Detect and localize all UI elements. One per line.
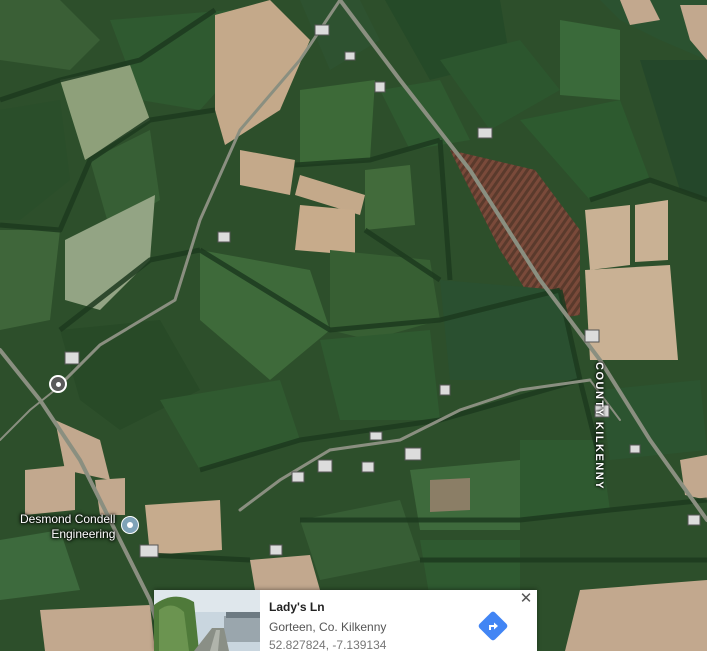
poi-label[interactable]: Desmond Condell Engineering xyxy=(20,512,115,542)
poi-name-line2: Engineering xyxy=(51,527,116,541)
satellite-map[interactable] xyxy=(0,0,707,651)
poi-name-line1: Desmond Condell xyxy=(20,512,116,526)
street-view-image xyxy=(154,590,260,651)
directions-button[interactable] xyxy=(478,611,508,641)
street-view-thumbnail[interactable] xyxy=(154,590,260,651)
poi-marker[interactable]: Desmond Condell Engineering xyxy=(20,512,140,542)
close-button[interactable]: ✕ xyxy=(519,591,533,606)
directions-icon xyxy=(478,611,508,641)
poi-pin-icon[interactable] xyxy=(121,516,140,534)
road-label: COUNTY KILKENNY xyxy=(593,362,605,491)
satellite-imagery xyxy=(0,0,707,651)
place-card[interactable]: Lady's Ln Gorteen, Co. Kilkenny 52.82782… xyxy=(154,590,537,651)
location-pin-icon[interactable] xyxy=(49,375,67,393)
